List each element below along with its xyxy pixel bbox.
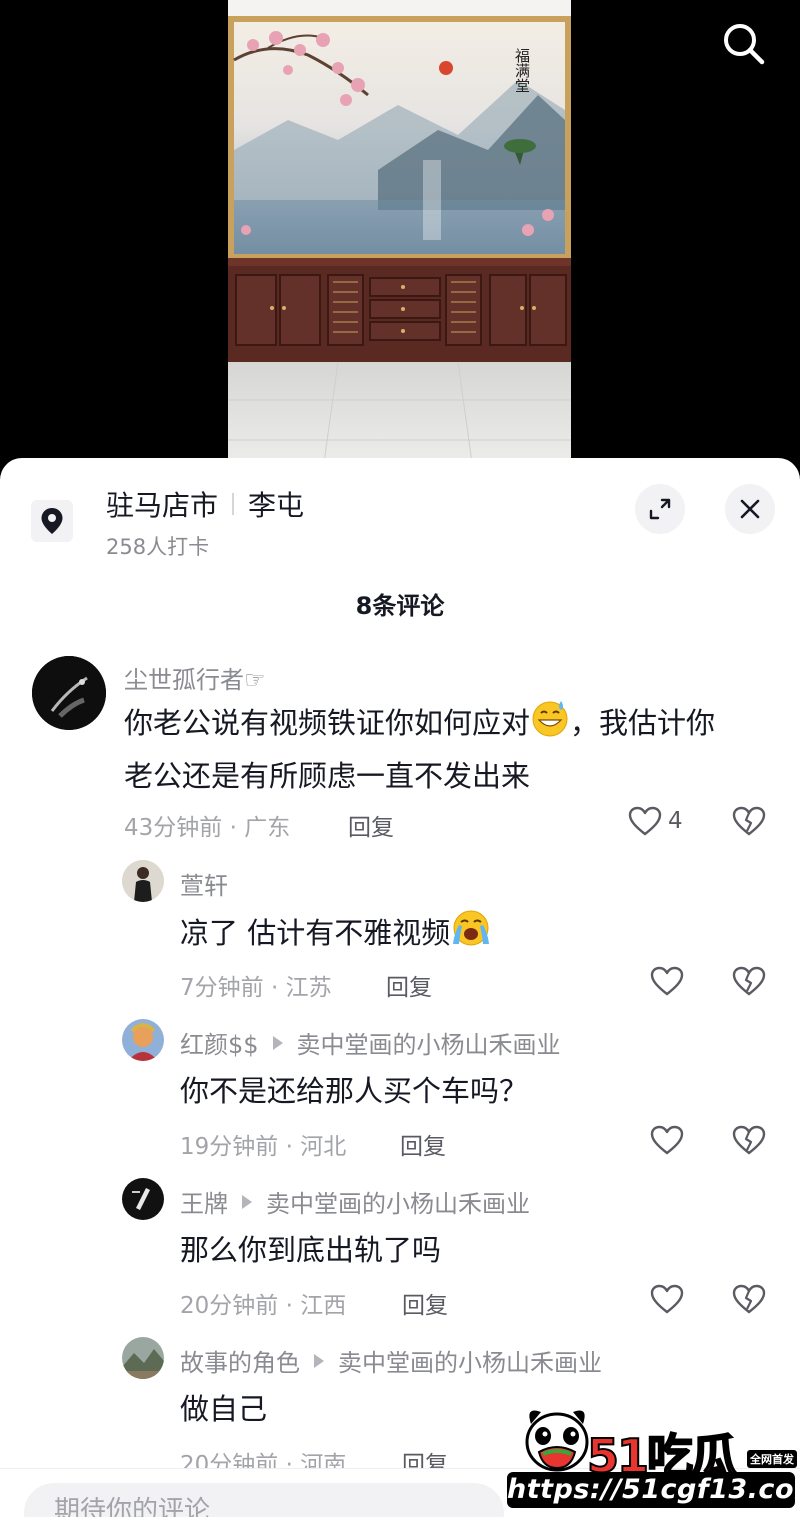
broken-heart-icon	[732, 966, 766, 996]
comment-meta: 20分钟前 · 江西	[180, 1293, 347, 1319]
heart-icon	[650, 1284, 684, 1314]
avatar[interactable]	[122, 1337, 164, 1379]
watermark: 51吃瓜 全网首发 https://51cgf13.com	[503, 1398, 800, 1514]
video-player[interactable]: 福满堂	[0, 0, 800, 470]
location-divider	[232, 493, 235, 515]
reply-button[interactable]: 回复	[348, 808, 394, 842]
comment-sheet: 驻马店市 李屯 258人打卡 8条评论 尘世孤行者☞ 你老公说有视频铁证你如何应…	[0, 458, 800, 1517]
expand-button[interactable]	[635, 484, 685, 534]
video-frame: 福满堂	[228, 0, 571, 470]
reply-button[interactable]: 回复	[402, 1286, 448, 1320]
grin-sweat-emoji-icon	[530, 698, 570, 752]
reply-arrow-icon	[314, 1353, 324, 1368]
reply-username[interactable]: 王牌	[180, 1184, 228, 1219]
avatar[interactable]	[32, 656, 106, 730]
comment-meta: 7分钟前 · 江苏	[180, 975, 332, 1001]
painting-calligraphy: 福满堂	[513, 48, 531, 93]
dislike-button[interactable]	[732, 1125, 766, 1159]
search-icon	[724, 24, 765, 65]
watermark-url: https://51cgf13.com	[507, 1472, 800, 1508]
broken-heart-icon	[732, 1284, 766, 1314]
heart-icon	[650, 966, 684, 996]
close-icon	[740, 499, 760, 519]
reply-username[interactable]: 故事的角色	[180, 1343, 300, 1378]
close-button[interactable]	[725, 484, 775, 534]
comment-input[interactable]: 期待你的评论	[24, 1483, 504, 1517]
comment-username[interactable]: 王牌 卖中堂画的小杨山禾画业	[180, 1184, 530, 1219]
expand-icon	[649, 498, 671, 520]
reply-arrow-icon	[272, 1035, 283, 1050]
location-area: 李屯	[248, 489, 305, 522]
heart-icon	[650, 1125, 684, 1155]
checkin-count: 258人打卡	[106, 535, 210, 559]
dislike-button[interactable]	[732, 1284, 766, 1318]
dislike-button[interactable]	[732, 966, 766, 1000]
comment-meta: 43分钟前 · 广东	[124, 815, 291, 841]
location-pin-icon	[31, 500, 73, 542]
comment-text-part: 你老公说有视频铁证你如何应对	[124, 706, 531, 740]
avatar[interactable]	[122, 1178, 164, 1220]
mascot-logo-icon	[525, 1410, 589, 1472]
comment-text-part: 凉了 估计有不雅视频	[180, 916, 451, 950]
comment-username[interactable]: 故事的角色 卖中堂画的小杨山禾画业	[180, 1343, 602, 1378]
reply-username[interactable]: 红颜$$	[180, 1025, 259, 1060]
comment-text: 那么你到底出轨了吗	[180, 1233, 442, 1267]
location-name: 驻马店市 李屯	[106, 484, 304, 524]
reply-arrow-icon	[242, 1194, 252, 1209]
avatar[interactable]	[122, 860, 164, 902]
comment-text: 你不是还给那人买个车吗？	[180, 1074, 529, 1108]
comment-text-part: 老公还是有所顾虑一直不发出来	[124, 759, 531, 793]
location-city: 驻马店市	[106, 489, 219, 522]
comment-meta: 19分钟前 · 河北	[180, 1134, 347, 1160]
like-button[interactable]: 4	[628, 806, 683, 836]
watermark-tag: 全网首发	[747, 1450, 797, 1468]
loudly-crying-emoji-icon	[450, 908, 492, 962]
comment-username[interactable]: 红颜$$ 卖中堂画的小杨山禾画业	[180, 1025, 561, 1060]
reply-to-username[interactable]: 卖中堂画的小杨山禾画业	[266, 1184, 530, 1219]
comment-username[interactable]: 尘世孤行者☞	[124, 660, 266, 695]
dislike-button[interactable]	[732, 806, 766, 840]
comment-text-part: ，我估计你	[570, 706, 716, 740]
reply-button[interactable]: 回复	[400, 1127, 446, 1161]
avatar[interactable]	[122, 1019, 164, 1061]
like-button[interactable]	[650, 1125, 684, 1155]
comment-text: 做自己	[180, 1392, 268, 1426]
reply-to-username[interactable]: 卖中堂画的小杨山禾画业	[297, 1025, 561, 1060]
comment-count-title: 8条评论	[355, 592, 445, 620]
heart-icon	[628, 806, 662, 836]
like-count: 4	[668, 808, 683, 834]
comment-username[interactable]: 萱轩	[180, 866, 228, 901]
reply-button[interactable]: 回复	[386, 968, 432, 1002]
like-button[interactable]	[650, 1284, 684, 1314]
like-button[interactable]	[650, 966, 684, 996]
reply-to-username[interactable]: 卖中堂画的小杨山禾画业	[338, 1343, 602, 1378]
broken-heart-icon	[732, 806, 766, 836]
video-scene-image: 福满堂	[228, 0, 571, 470]
comment-text: 凉了 估计有不雅视频	[180, 908, 492, 962]
broken-heart-icon	[732, 1125, 766, 1155]
search-button[interactable]	[718, 18, 770, 70]
comment-text: 你老公说有视频铁证你如何应对 ，我估计你 老公还是有所顾虑一直不发出来	[124, 698, 764, 800]
